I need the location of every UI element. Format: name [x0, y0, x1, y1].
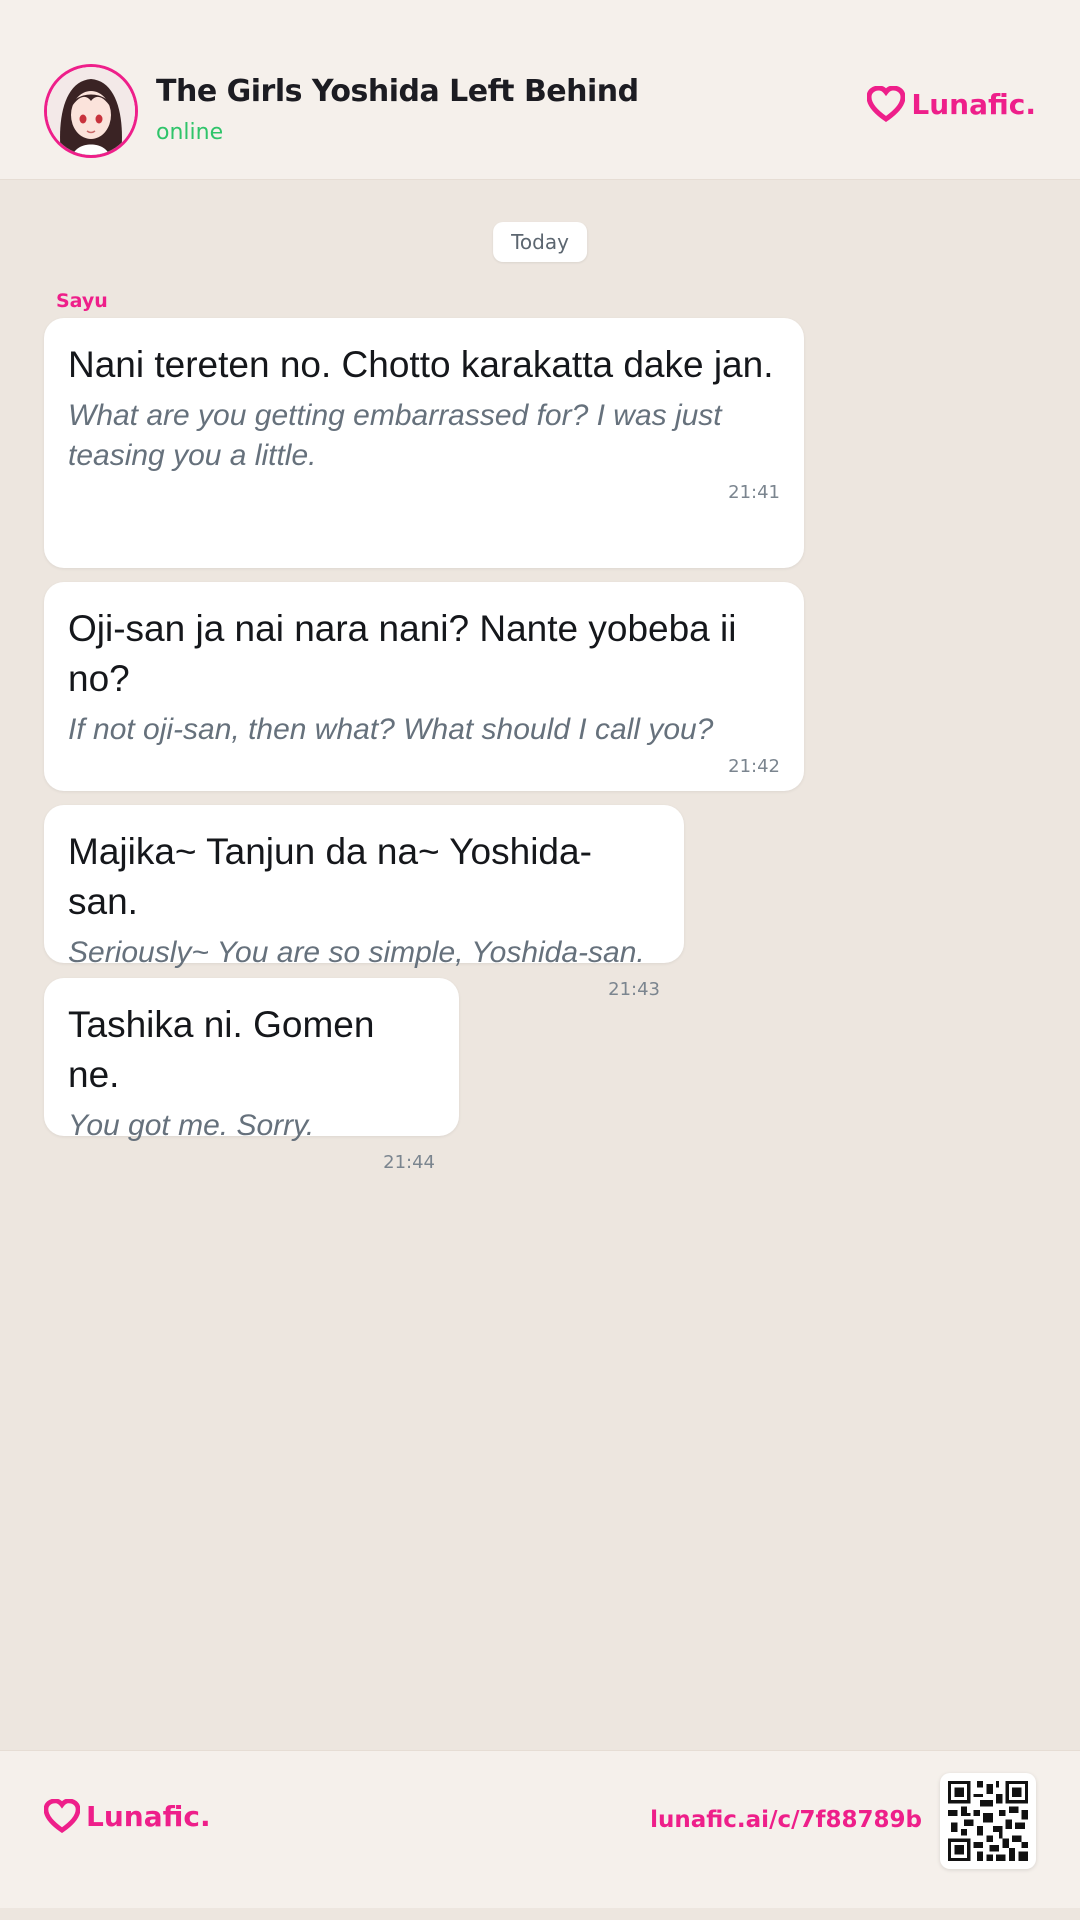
brand-logo[interactable]: Lunafic.: [867, 86, 1036, 122]
message-translation: If not oji-san, then what? What should I…: [68, 713, 714, 746]
message-bubble[interactable]: Oji-san ja nai nara nani? Nante yobeba i…: [44, 582, 804, 791]
chat-header: The Girls Yoshida Left Behind online Lun…: [0, 0, 1080, 180]
share-link[interactable]: lunafic.ai/c/7f88789b: [650, 1807, 922, 1833]
footer: Lunafic. lunafic.ai/c/7f88789b: [0, 1750, 1080, 1908]
message-time: 21:44: [383, 1152, 435, 1173]
message-text: Tashika ni. Gomen ne.: [68, 1004, 375, 1095]
message-list[interactable]: Today Sayu Nani tereten no. Chotto karak…: [0, 180, 1080, 1750]
message-text: Oji-san ja nai nara nani? Nante yobeba i…: [68, 608, 737, 699]
message-time: 21:41: [728, 482, 780, 503]
qr-code-icon[interactable]: [940, 1773, 1036, 1869]
footer-brand-name: Lunafic.: [86, 1799, 211, 1833]
chat-title: The Girls Yoshida Left Behind: [156, 74, 639, 109]
online-status: online: [156, 120, 224, 145]
message-bubble[interactable]: Majika~ Tanjun da na~ Yoshida-san. Serio…: [44, 805, 684, 1000]
message-time: 21:42: [728, 756, 780, 777]
footer-brand-logo[interactable]: Lunafic.: [44, 1799, 211, 1833]
message-text: Majika~ Tanjun da na~ Yoshida-san.: [68, 831, 592, 922]
message-bubble[interactable]: Tashika ni. Gomen ne. You got me. Sorry.…: [44, 978, 459, 1173]
message-translation: Seriously~ You are so simple, Yoshida-sa…: [68, 936, 645, 969]
sender-name: Sayu: [56, 290, 108, 312]
heart-logo-icon: [44, 1799, 80, 1833]
message-text: Nani tereten no. Chotto karakatta dake j…: [68, 344, 774, 385]
brand-name: Lunafic.: [911, 87, 1036, 121]
heart-logo-icon: [867, 86, 906, 122]
message-bubble[interactable]: Nani tereten no. Chotto karakatta dake j…: [44, 318, 804, 568]
message-translation: You got me. Sorry.: [68, 1109, 315, 1142]
message-translation: What are you getting embarrassed for? I …: [68, 399, 722, 472]
avatar[interactable]: [44, 64, 138, 158]
date-separator: Today: [493, 222, 587, 262]
